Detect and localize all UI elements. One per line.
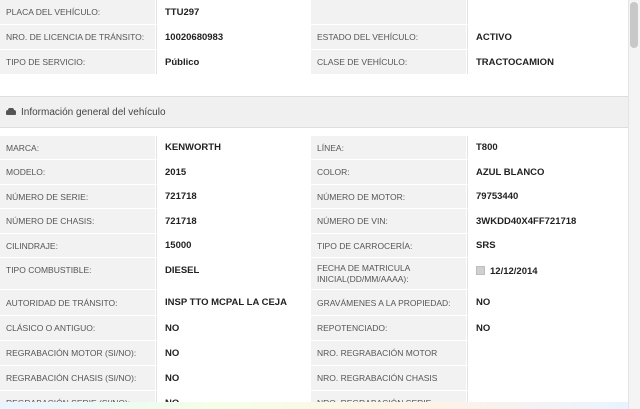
engine-number-value: 79753440 [467,185,628,208]
info-row: CLÁSICO O ANTIGUO: NO REPOTENCIADO: NO [0,316,628,341]
info-row: NÚMERO DE CHASIS: 721718 NÚMERO DE VIN: … [0,209,628,234]
line-label: LÍNEA: [311,136,467,159]
color-value: AZUL BLANCO [467,160,628,184]
registration-date-field: 12/12/2014 [467,258,628,289]
vehicle-class-label: CLASE DE VEHÍCULO: [311,50,467,74]
vin-label: NÚMERO DE VIN: [311,209,467,233]
chassis-regrab-number-value [467,366,628,390]
license-label: NRO. DE LICENCIA DE TRÁNSITO: [0,25,156,49]
info-row: AUTORIDAD DE TRÁNSITO: INSP TTO MCPAL LA… [0,290,628,316]
liens-label: GRAVÁMENES A LA PROPIEDAD: [311,290,467,315]
info-row: REGRABACIÓN CHASIS (SI/NO): NO NRO. REGR… [0,366,628,391]
registration-date-value: 12/12/2014 [490,266,538,277]
chassis-regrab-label: REGRABACIÓN CHASIS (SI/NO): [0,366,156,390]
fuel-type-value: DIESEL [156,258,311,289]
engine-regrab-label: REGRABACIÓN MOTOR (SI/NO): [0,341,156,365]
license-value: 10020680983 [156,25,311,49]
chassis-regrab-number-label: NRO. REGRABACIÓN CHASIS [311,366,467,390]
color-label: COLOR: [311,160,467,184]
summary-row-license: NRO. DE LICENCIA DE TRÁNSITO: 1002068098… [0,25,628,50]
engine-regrab-number-label: NRO. REGRABACIÓN MOTOR [311,341,467,365]
summary-row-plate: PLACA DEL VEHÍCULO: TTU297 [0,0,628,25]
brand-label: MARCA: [0,136,156,159]
classic-value: NO [156,316,311,340]
summary-row-service: TIPO DE SERVICIO: Público CLASE DE VEHÍC… [0,50,628,75]
status-label: ESTADO DEL VEHÍCULO: [311,25,467,49]
chassis-label: NÚMERO DE CHASIS: [0,209,156,233]
car-icon [6,108,16,116]
serial-value: 721718 [156,185,311,208]
classic-label: CLÁSICO O ANTIGUO: [0,316,156,340]
displacement-value: 15000 [156,234,311,257]
status-value: ACTIVO [467,25,628,49]
engine-regrab-value: NO [156,341,311,365]
vertical-scrollbar[interactable] [628,0,640,409]
repowered-value: NO [467,316,628,340]
line-value: T800 [467,136,628,159]
calendar-icon [476,266,485,275]
service-type-value: Público [156,50,311,74]
repowered-label: REPOTENCIADO: [311,316,467,340]
chassis-value: 721718 [156,209,311,233]
engine-regrab-number-value [467,341,628,365]
liens-value: NO [467,290,628,315]
empty-value [467,0,628,24]
vehicle-class-value: TRACTOCAMION [467,50,628,74]
info-row: CILINDRAJE: 15000 TIPO DE CARROCERÍA: SR… [0,234,628,258]
model-label: MODELO: [0,160,156,184]
model-value: 2015 [156,160,311,184]
info-row: MODELO: 2015 COLOR: AZUL BLANCO [0,160,628,185]
brand-value: KENWORTH [156,136,311,159]
chassis-regrab-value: NO [156,366,311,390]
info-row: TIPO COMBUSTIBLE: DIESEL FECHA DE MATRIC… [0,258,628,290]
authority-value: INSP TTO MCPAL LA CEJA [156,290,311,315]
bottom-toolbar-edge [0,402,640,409]
engine-number-label: NÚMERO DE MOTOR: [311,185,467,208]
section-title: Información general del vehículo [21,106,166,118]
service-type-label: TIPO DE SERVICIO: [0,50,156,74]
empty-label [311,0,467,24]
authority-label: AUTORIDAD DE TRÁNSITO: [0,290,156,315]
serial-label: NÚMERO DE SERIE: [0,185,156,208]
displacement-label: CILINDRAJE: [0,234,156,257]
info-row: NÚMERO DE SERIE: 721718 NÚMERO DE MOTOR:… [0,185,628,209]
body-type-value: SRS [467,234,628,257]
info-row: REGRABACIÓN MOTOR (SI/NO): NO NRO. REGRA… [0,341,628,366]
info-row: MARCA: KENWORTH LÍNEA: T800 [0,136,628,160]
registration-date-label: FECHA DE MATRICULA INICIAL(DD/MM/AAAA): [311,258,467,289]
scrollbar-thumb[interactable] [630,2,638,48]
fuel-type-label: TIPO COMBUSTIBLE: [0,258,156,289]
section-header[interactable]: Información general del vehículo [0,96,640,128]
body-type-label: TIPO DE CARROCERÍA: [311,234,467,257]
plate-label: PLACA DEL VEHÍCULO: [0,0,156,24]
plate-value: TTU297 [156,0,311,24]
vin-value: 3WKDD40X4FF721718 [467,209,628,233]
